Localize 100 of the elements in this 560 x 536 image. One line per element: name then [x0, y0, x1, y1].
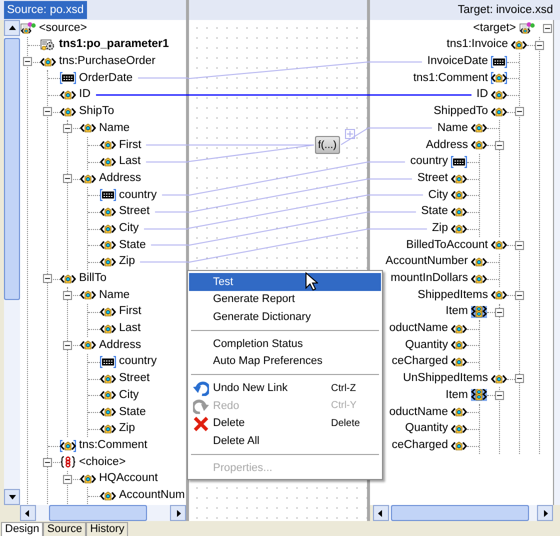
tree-node-label[interactable]: ShipTo: [76, 103, 118, 120]
scrollbar-thumb[interactable]: [391, 505, 529, 521]
menu-item[interactable]: Generate Dictionary: [189, 308, 381, 326]
collapse-icon[interactable]: [535, 40, 544, 50]
tree-node-label[interactable]: City: [116, 220, 142, 238]
scrollbar-thumb[interactable]: [49, 505, 147, 521]
tree-node-label[interactable]: Address: [422, 136, 471, 154]
menu-item[interactable]: Generate Report: [189, 290, 381, 308]
tree-node-label[interactable]: OrderDate: [76, 70, 136, 88]
collapse-icon[interactable]: [515, 107, 524, 116]
tree-node-label[interactable]: Last: [116, 153, 144, 170]
tree-node-label[interactable]: tns:PurchaseOrder: [56, 53, 159, 70]
tab[interactable]: Source: [43, 522, 86, 536]
collapse-icon[interactable]: [63, 474, 72, 484]
collapse-icon[interactable]: [515, 291, 524, 300]
scroll-arrow-button[interactable]: [537, 505, 553, 521]
scroll-arrow-button[interactable]: [170, 505, 186, 521]
tab[interactable]: History: [86, 522, 128, 536]
tree-node-label[interactable]: <choice>: [76, 454, 129, 471]
collapse-icon[interactable]: [23, 57, 32, 66]
mapping-line[interactable]: [96, 93, 188, 98]
tree-node-label[interactable]: Last: [116, 320, 144, 338]
collapse-icon[interactable]: [63, 124, 72, 134]
scroll-arrow-button[interactable]: [20, 505, 36, 521]
collapse-icon[interactable]: [515, 374, 524, 384]
tree-node-label[interactable]: Zip: [429, 220, 451, 238]
tab[interactable]: Design: [1, 522, 44, 536]
menu-item[interactable]: Delete All: [189, 432, 381, 450]
tree-node-label[interactable]: HQAccount: [96, 470, 161, 488]
tree-node-label[interactable]: ceCharged: [388, 436, 451, 454]
tree-node-label[interactable]: Name: [96, 286, 133, 304]
tree-node-label[interactable]: <target>: [470, 20, 519, 37]
tree-node-label[interactable]: Name: [96, 120, 133, 138]
tree-node-label[interactable]: Quantity: [402, 336, 451, 354]
tree-node-label[interactable]: State: [116, 404, 149, 421]
tree-node-label[interactable]: BilledToAccount: [403, 236, 491, 254]
function-node[interactable]: f(...): [315, 136, 340, 154]
tree-node-label[interactable]: tns1:Comment: [410, 70, 491, 88]
tree-node-label[interactable]: ID: [76, 86, 94, 104]
tree-node-label[interactable]: oductName: [386, 404, 451, 421]
collapse-icon[interactable]: [543, 24, 552, 33]
scroll-arrow-button[interactable]: [373, 505, 389, 521]
tree-node-label[interactable]: AccountNum: [116, 486, 186, 504]
pane-title[interactable]: Source: po.xsd: [4, 1, 87, 19]
collapse-icon[interactable]: [515, 240, 524, 250]
tree-node-label[interactable]: Address: [96, 336, 144, 354]
tree-node-label[interactable]: Zip: [116, 253, 138, 271]
tree-node-label[interactable]: Street: [414, 170, 451, 188]
scroll-arrow-button[interactable]: [4, 489, 20, 505]
collapse-icon[interactable]: [495, 140, 504, 150]
menu-item[interactable]: Test: [189, 273, 381, 291]
tree-node-label[interactable]: country: [116, 353, 160, 371]
tree-node-label[interactable]: First: [116, 136, 144, 154]
menu-item[interactable]: Delete Delete: [189, 414, 381, 432]
tree-node-label[interactable]: ceCharged: [388, 353, 451, 371]
tree-node-label[interactable]: City: [425, 186, 451, 204]
menu-item[interactable]: Auto Map Preferences: [189, 352, 381, 370]
tree-node-label[interactable]: Street: [116, 370, 153, 388]
collapse-icon[interactable]: [63, 341, 72, 350]
tree-node-label[interactable]: tns:Comment: [76, 436, 150, 454]
tree-node-label[interactable]: ShippedTo: [430, 103, 491, 120]
tree-node-label[interactable]: tns1:Invoice: [444, 36, 511, 54]
tree-node-label[interactable]: State: [116, 236, 149, 254]
collapse-icon[interactable]: [63, 291, 72, 300]
tree-node-label[interactable]: First: [116, 303, 144, 321]
tree-node-label[interactable]: UnShippedItems: [400, 370, 491, 388]
tree-node-label[interactable]: Quantity: [402, 420, 451, 438]
tree-node-label[interactable]: AccountNumber: [382, 253, 471, 271]
collapse-icon[interactable]: [63, 174, 72, 184]
tree-node-label[interactable]: City: [116, 386, 142, 404]
collapse-icon[interactable]: [495, 391, 504, 400]
scrollbar-thumb[interactable]: [4, 38, 20, 300]
tree-node-label[interactable]: InvoiceDate: [424, 53, 491, 70]
tree-node-label[interactable]: Item: [442, 303, 471, 321]
tree-node-label[interactable]: Zip: [116, 420, 138, 438]
tree-node-label[interactable]: State: [418, 203, 451, 221]
collapse-icon[interactable]: [495, 308, 504, 317]
tree-node-label[interactable]: tns1:po_parameter1: [56, 36, 172, 54]
tree-node-label[interactable]: ShippedItems: [414, 286, 491, 304]
tree-node-label[interactable]: ID: [474, 86, 491, 104]
tree-node-label[interactable]: country: [407, 153, 451, 170]
scrollbar[interactable]: [553, 20, 560, 505]
tree-node-label[interactable]: BillTo: [76, 270, 110, 288]
mapping-line[interactable]: [188, 93, 368, 98]
tree-node-label[interactable]: Item: [442, 386, 471, 404]
tree-node-label[interactable]: <source>: [36, 20, 90, 37]
plus-icon[interactable]: [345, 129, 355, 140]
collapse-icon[interactable]: [43, 107, 52, 116]
tree-node-label[interactable]: country: [116, 186, 160, 204]
menu-item[interactable]: Completion Status: [189, 335, 381, 353]
scroll-arrow-button[interactable]: [4, 20, 20, 36]
tree-node-label[interactable]: Name: [434, 120, 471, 138]
menu-item[interactable]: Undo New Link Ctrl-Z: [189, 379, 381, 398]
collapse-icon[interactable]: [43, 458, 52, 467]
tree-node-label[interactable]: Street: [116, 203, 153, 221]
tree-node-label[interactable]: mountInDollars: [388, 270, 471, 288]
tree-node-label[interactable]: oductName: [386, 320, 451, 338]
mapping-line[interactable]: [368, 93, 472, 98]
collapse-icon[interactable]: [43, 274, 52, 284]
tree-node-label[interactable]: Address: [96, 170, 144, 188]
